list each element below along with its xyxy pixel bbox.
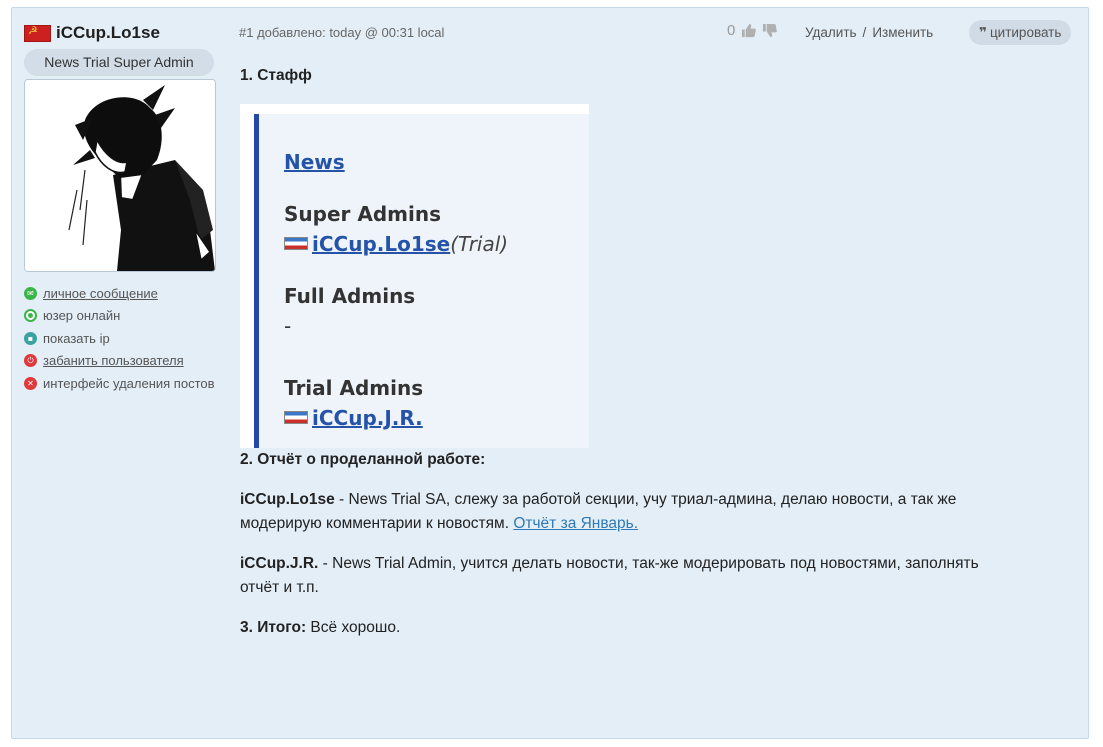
- staff-list: News Super Admins iCCup.Lo1se(Trial) Ful…: [254, 114, 589, 448]
- report2-name: iCCup.J.R.: [240, 555, 319, 572]
- total-text: Всё хорошо.: [306, 619, 401, 636]
- thumbs-up-icon[interactable]: [741, 23, 757, 38]
- report-heading: 2. Отчёт о проделанной работе:: [240, 451, 486, 468]
- ussr-flag-icon: [24, 24, 51, 42]
- action-private-message[interactable]: ✉ личное сообщение: [24, 282, 229, 305]
- russia-flag-icon: [284, 411, 308, 424]
- trial-admin-link[interactable]: iCCup.J.R.: [312, 406, 423, 430]
- edit-links: Удалить / Изменить: [805, 25, 933, 40]
- avatar: [24, 79, 216, 272]
- vote-count: 0: [727, 22, 736, 39]
- quote-icon: ❞: [979, 25, 987, 40]
- total-paragraph: 3. Итого: Всё хорошо.: [240, 616, 1020, 640]
- staff-image: News Super Admins iCCup.Lo1se(Trial) Ful…: [240, 104, 589, 448]
- report2-text: - News Trial Admin, учится делать новост…: [240, 555, 979, 596]
- message-icon: ✉: [24, 286, 37, 300]
- ip-icon: ▪: [24, 331, 37, 345]
- ban-user-link[interactable]: забанить пользователя: [43, 353, 184, 368]
- private-message-link[interactable]: личное сообщение: [43, 286, 158, 301]
- quote-label: цитировать: [989, 25, 1062, 40]
- trial-admins-title: Trial Admins: [284, 376, 424, 400]
- super-admin-entry: iCCup.Lo1se(Trial): [284, 229, 589, 259]
- action-ban-user[interactable]: ⏻ забанить пользователя: [24, 350, 229, 373]
- thumbs-down-icon[interactable]: [762, 23, 778, 38]
- action-show-ip[interactable]: ▪ показать ip: [24, 327, 229, 350]
- user-online-label: юзер онлайн: [43, 308, 121, 324]
- vote-block: 0: [727, 22, 778, 39]
- separator: /: [862, 25, 867, 40]
- delete-post-button[interactable]: Удалить: [805, 25, 857, 40]
- author-name-link[interactable]: iCCup.Lo1se: [56, 23, 160, 43]
- author-actions: ✉ личное сообщение юзер онлайн ▪ показат…: [24, 282, 229, 395]
- staff-heading: 1. Стафф: [240, 67, 312, 84]
- report1-name: iCCup.Lo1se: [240, 491, 335, 508]
- forum-post: iCCup.Lo1se News Trial Super Admin ✉: [11, 7, 1089, 739]
- post-meta: #1 добавлено: today @ 00:31 local: [239, 25, 445, 40]
- edit-post-button[interactable]: Изменить: [872, 25, 933, 40]
- action-delete-posts[interactable]: ✕ интерфейс удаления постов: [24, 372, 229, 395]
- news-section-link[interactable]: News: [284, 150, 345, 174]
- show-ip-label[interactable]: показать ip: [43, 331, 110, 346]
- russia-flag-icon: [284, 237, 308, 250]
- january-report-link[interactable]: Отчёт за Январь.: [513, 515, 638, 532]
- delete-posts-label[interactable]: интерфейс удаления постов: [43, 376, 215, 391]
- full-admins-title: Full Admins: [284, 284, 416, 308]
- author-panel: iCCup.Lo1se News Trial Super Admin ✉: [24, 22, 229, 411]
- full-admins-value: -: [284, 314, 292, 338]
- online-icon: [24, 309, 37, 323]
- report-paragraph-1: iCCup.Lo1se - News Trial SA, слежу за ра…: [240, 488, 1020, 536]
- action-user-online: юзер онлайн: [24, 305, 229, 328]
- author-name-row: iCCup.Lo1se: [24, 22, 229, 44]
- post-content: 1. Стафф News Super Admins iCCup.Lo1se(T…: [240, 64, 1020, 640]
- delete-posts-icon: ✕: [24, 376, 37, 390]
- trial-note: (Trial): [450, 232, 509, 256]
- super-admin-link[interactable]: iCCup.Lo1se: [312, 232, 450, 256]
- trial-admin-entry: iCCup.J.R.: [284, 403, 589, 433]
- super-admins-title: Super Admins: [284, 202, 441, 226]
- ban-icon: ⏻: [24, 354, 37, 368]
- report-paragraph-2: iCCup.J.R. - News Trial Admin, учится де…: [240, 552, 1020, 600]
- role-badge: News Trial Super Admin: [24, 49, 214, 76]
- quote-button[interactable]: ❞ цитировать: [969, 20, 1072, 45]
- total-label: 3. Итого:: [240, 619, 307, 636]
